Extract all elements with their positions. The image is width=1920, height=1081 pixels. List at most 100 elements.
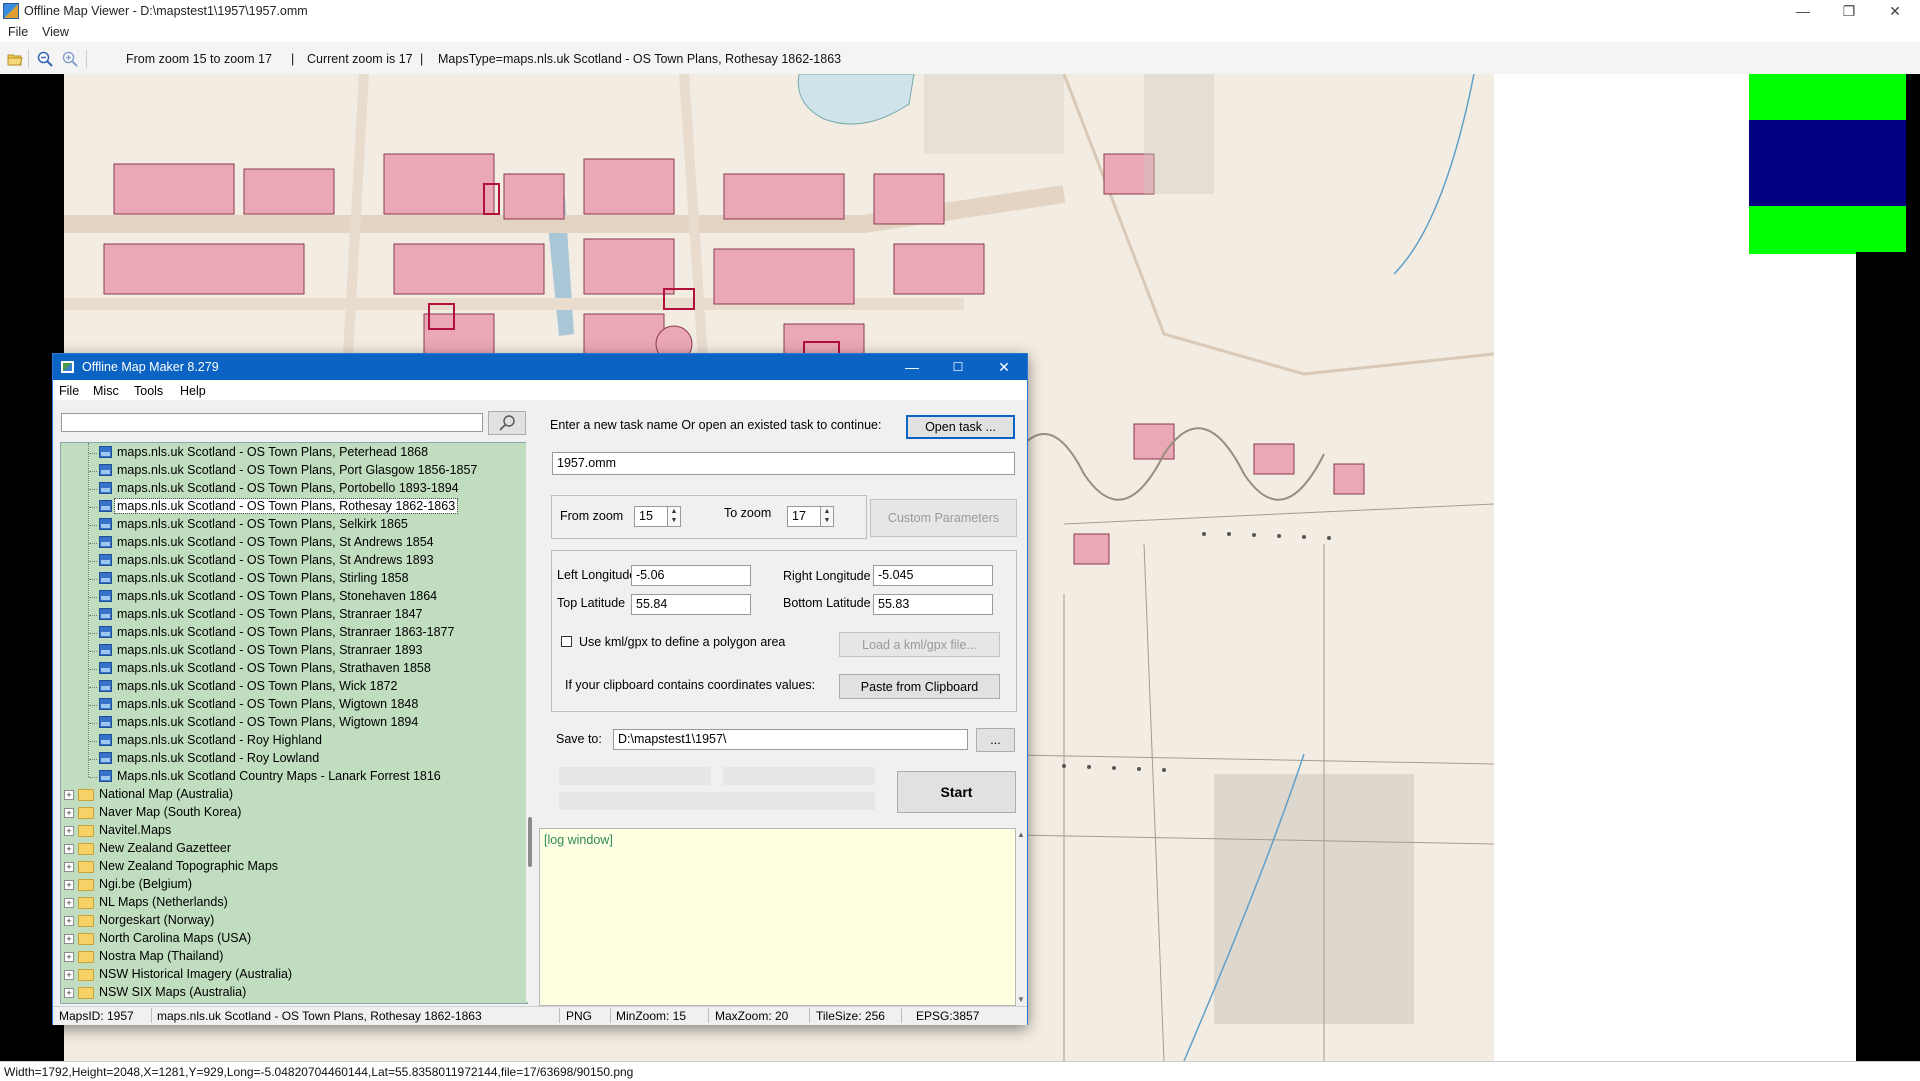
expand-icon[interactable]: +: [64, 790, 74, 800]
bottom-latitude-input[interactable]: 55.83: [873, 594, 993, 615]
expand-icon[interactable]: +: [64, 970, 74, 980]
browse-button[interactable]: ...: [976, 728, 1015, 752]
restore-button[interactable]: ❐: [1826, 0, 1872, 22]
top-latitude-label: Top Latitude: [557, 596, 626, 610]
from-zoom-arrows[interactable]: ▲ ▼: [667, 506, 681, 527]
cursor-info: Width=1792,Height=2048,X=1281,Y=929,Long…: [4, 1065, 634, 1079]
dialog-menu-help[interactable]: Help: [180, 384, 206, 398]
tree-item-label: maps.nls.uk Scotland - OS Town Plans, St…: [117, 625, 455, 639]
close-button[interactable]: ✕: [1872, 0, 1918, 22]
zoom-in-icon[interactable]: [62, 51, 78, 67]
folder-icon: [78, 879, 94, 891]
folder-icon: [78, 825, 94, 837]
clipboard-label: If your clipboard contains coordinates v…: [565, 678, 816, 692]
to-zoom-arrows[interactable]: ▲ ▼: [820, 506, 834, 527]
log-scrollbar[interactable]: ▲ ▼: [1016, 828, 1026, 1006]
tree-item-label: New Zealand Topographic Maps: [99, 859, 279, 873]
bottom-latitude-label: Bottom Latitude: [783, 596, 871, 610]
expand-icon[interactable]: +: [64, 916, 74, 926]
dialog-menubar: File Misc Tools Help: [53, 380, 1027, 400]
top-latitude-input[interactable]: 55.84: [631, 594, 751, 615]
paste-from-clipboard-button[interactable]: Paste from Clipboard: [839, 674, 1000, 699]
tree-item-label: Naver Map (South Korea): [99, 805, 242, 819]
map-layer-icon: [99, 554, 112, 566]
minimize-button[interactable]: —: [1780, 0, 1826, 22]
zoom-out-icon[interactable]: [37, 51, 53, 67]
dialog-titlebar: Offline Map Maker 8.279 — ☐ ✕: [53, 354, 1027, 380]
map-layer-icon: [99, 626, 112, 638]
tree-item-label: Ngi.be (Belgium): [99, 877, 193, 891]
to-zoom-spinner[interactable]: 17: [787, 506, 821, 527]
map-layer-icon: [99, 482, 112, 494]
tree-item-label: maps.nls.uk Scotland - OS Town Plans, Po…: [117, 481, 459, 495]
expand-icon[interactable]: +: [64, 844, 74, 854]
folder-icon: [78, 843, 94, 855]
current-zoom-label: Current zoom is 17: [307, 52, 413, 66]
map-source-tree[interactable]: maps.nls.uk Scotland - OS Town Plans, Pe…: [60, 442, 528, 1004]
zoom-range-label: From zoom 15 to zoom 17: [126, 52, 272, 66]
tree-item-label: Nostra Map (Thailand): [99, 949, 224, 963]
tree-item-label: maps.nls.uk Scotland - OS Town Plans, Ro…: [113, 498, 459, 514]
progress-bar-2: [723, 767, 875, 785]
expand-icon[interactable]: +: [64, 862, 74, 872]
dialog-menu-misc[interactable]: Misc: [93, 384, 119, 398]
overview-minimap[interactable]: [1749, 74, 1906, 254]
open-folder-icon[interactable]: [7, 51, 23, 67]
map-layer-icon: [99, 716, 112, 728]
search-button[interactable]: [488, 411, 526, 435]
left-longitude-label: Left Longitude: [557, 568, 637, 582]
map-layer-icon: [99, 752, 112, 764]
expand-icon[interactable]: +: [64, 934, 74, 944]
dialog-minimize-button[interactable]: —: [889, 354, 935, 380]
expand-icon[interactable]: +: [64, 826, 74, 836]
dialog-maximize-button[interactable]: ☐: [935, 354, 981, 380]
left-longitude-input[interactable]: -5.06: [631, 565, 751, 586]
expand-icon[interactable]: +: [64, 952, 74, 962]
dialog-menu-tools[interactable]: Tools: [134, 384, 163, 398]
folder-icon: [78, 987, 94, 999]
map-layer-icon: [99, 500, 112, 512]
expand-icon[interactable]: +: [64, 808, 74, 818]
task-name-input[interactable]: 1957.omm: [552, 452, 1015, 475]
map-layer-icon: [99, 734, 112, 746]
folder-icon: [78, 861, 94, 873]
open-task-button[interactable]: Open task ...: [906, 415, 1015, 439]
tree-item-label: New Zealand Gazetteer: [99, 841, 232, 855]
tree-item-label: NSW SIX Maps (Australia): [99, 985, 247, 999]
tree-item-label: Navitel.Maps: [99, 823, 172, 837]
tree-item-label: maps.nls.uk Scotland - OS Town Plans, St…: [117, 661, 431, 675]
custom-parameters-button[interactable]: Custom Parameters: [870, 499, 1017, 537]
tree-item-label: maps.nls.uk Scotland - OS Town Plans, St…: [117, 643, 423, 657]
tree-item-label: maps.nls.uk Scotland - OS Town Plans, Po…: [117, 463, 478, 477]
map-layer-icon: [99, 446, 112, 458]
save-path-input[interactable]: D:\mapstest1\1957\: [613, 729, 968, 750]
log-window[interactable]: [log window]: [539, 828, 1016, 1006]
load-kml-button[interactable]: Load a kml/gpx file...: [839, 632, 1000, 657]
expand-icon[interactable]: +: [64, 898, 74, 908]
map-layer-icon: [99, 698, 112, 710]
expand-icon[interactable]: +: [64, 880, 74, 890]
to-zoom-label: To zoom: [724, 506, 772, 520]
kml-checkbox[interactable]: [561, 636, 572, 647]
menu-file[interactable]: File: [8, 25, 28, 39]
map-black-margin: [1856, 252, 1920, 1061]
from-zoom-spinner[interactable]: 15: [634, 506, 668, 527]
dialog-close-button[interactable]: ✕: [981, 354, 1027, 380]
map-layer-icon: [99, 464, 112, 476]
menu-view[interactable]: View: [42, 25, 69, 39]
dialog-statusbar: MapsID: 1957 maps.nls.uk Scotland - OS T…: [53, 1006, 1027, 1025]
status-format: PNG: [566, 1009, 593, 1023]
start-button[interactable]: Start: [897, 771, 1016, 813]
tree-item-label: maps.nls.uk Scotland - OS Town Plans, Se…: [117, 517, 408, 531]
map-layer-icon: [99, 590, 112, 602]
tree-item-label: maps.nls.uk Scotland - OS Town Plans, Wi…: [117, 679, 398, 693]
tree-scrollbar[interactable]: [526, 442, 534, 1002]
progress-bar-total: [559, 792, 875, 810]
expand-icon[interactable]: +: [64, 988, 74, 998]
map-search-input[interactable]: [61, 413, 483, 432]
folder-icon: [78, 969, 94, 981]
tree-item-label: maps.nls.uk Scotland - OS Town Plans, St…: [117, 571, 409, 585]
right-longitude-input[interactable]: -5.045: [873, 565, 993, 586]
dialog-menu-file[interactable]: File: [59, 384, 79, 398]
from-zoom-label: From zoom: [560, 509, 624, 523]
